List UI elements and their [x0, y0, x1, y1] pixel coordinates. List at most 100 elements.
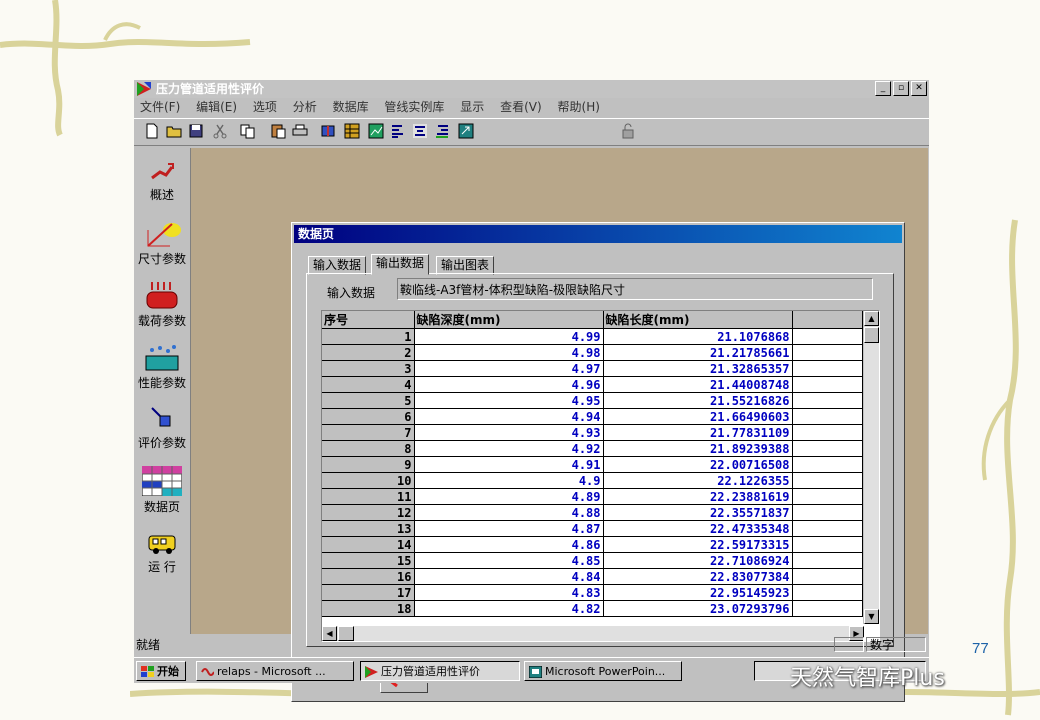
row-index-cell[interactable]: 3: [322, 360, 415, 377]
output-data-grid[interactable]: 序号 缺陷深度(mm) 缺陷长度(mm) 1 4.99 21.1076868 2 4.9…: [321, 310, 880, 642]
defect-length-cell[interactable]: 22.71086924: [603, 552, 793, 569]
empty-cell[interactable]: [792, 504, 863, 521]
defect-length-cell[interactable]: 21.89239388: [603, 440, 793, 457]
empty-cell[interactable]: [792, 472, 863, 489]
defect-length-cell[interactable]: 21.1076868: [603, 328, 793, 345]
menu-view[interactable]: 查看(V): [500, 100, 542, 114]
table-row[interactable]: 7 4.93 21.77831109: [322, 424, 863, 441]
menu-pipeline-library[interactable]: 管线实例库: [384, 100, 444, 114]
defect-depth-cell[interactable]: 4.96: [414, 376, 604, 393]
nav-run[interactable]: 运 行: [134, 532, 190, 575]
row-index-cell[interactable]: 17: [322, 584, 415, 601]
align-center-icon[interactable]: [412, 123, 428, 139]
menu-analysis[interactable]: 分析: [293, 100, 317, 114]
open-folder-icon[interactable]: [166, 123, 182, 139]
defect-depth-cell[interactable]: 4.97: [414, 360, 604, 377]
table-row[interactable]: 14 4.86 22.59173315: [322, 536, 863, 553]
row-index-cell[interactable]: 10: [322, 472, 415, 489]
row-index-cell[interactable]: 2: [322, 344, 415, 361]
table-view-icon[interactable]: [344, 123, 360, 139]
table-row[interactable]: 17 4.83 22.95145923: [322, 584, 863, 601]
vertical-scroll-thumb[interactable]: [864, 327, 879, 343]
minimize-button[interactable]: _: [875, 81, 891, 96]
empty-cell[interactable]: [792, 328, 863, 345]
defect-depth-cell[interactable]: 4.93: [414, 424, 604, 441]
defect-depth-cell[interactable]: 4.9: [414, 472, 604, 489]
empty-cell[interactable]: [792, 360, 863, 377]
empty-cell[interactable]: [792, 440, 863, 457]
menu-edit[interactable]: 编辑(E): [196, 100, 237, 114]
scroll-up-arrow-icon[interactable]: ▲: [864, 311, 879, 326]
align-right-icon[interactable]: [434, 123, 450, 139]
defect-length-cell[interactable]: 22.1226355: [603, 472, 793, 489]
nav-evaluation-params[interactable]: 评价参数: [134, 404, 190, 451]
defect-length-cell[interactable]: 21.66490603: [603, 408, 793, 425]
table-row[interactable]: 12 4.88 22.35571837: [322, 504, 863, 521]
table-row[interactable]: 8 4.92 21.89239388: [322, 440, 863, 457]
column-header-defect-depth[interactable]: 缺陷深度(mm): [414, 311, 604, 329]
defect-length-cell[interactable]: 22.95145923: [603, 584, 793, 601]
row-index-cell[interactable]: 8: [322, 440, 415, 457]
row-index-cell[interactable]: 7: [322, 424, 415, 441]
row-index-cell[interactable]: 18: [322, 600, 415, 617]
row-index-cell[interactable]: 6: [322, 408, 415, 425]
defect-length-cell[interactable]: 22.23881619: [603, 488, 793, 505]
empty-cell[interactable]: [792, 568, 863, 585]
row-index-cell[interactable]: 16: [322, 568, 415, 585]
defect-depth-cell[interactable]: 4.85: [414, 552, 604, 569]
print-icon[interactable]: [292, 123, 308, 139]
table-row[interactable]: 3 4.97 21.32865357: [322, 360, 863, 377]
taskbar-item-relaps[interactable]: relaps - Microsoft ...: [196, 661, 354, 681]
start-button[interactable]: 开始: [136, 661, 186, 681]
defect-length-cell[interactable]: 23.07293796: [603, 600, 793, 617]
empty-cell[interactable]: [792, 600, 863, 617]
defect-length-cell[interactable]: 22.59173315: [603, 536, 793, 553]
defect-depth-cell[interactable]: 4.91: [414, 456, 604, 473]
table-row[interactable]: 5 4.95 21.55216826: [322, 392, 863, 409]
scroll-down-arrow-icon[interactable]: ▼: [864, 609, 879, 624]
empty-cell[interactable]: [792, 584, 863, 601]
table-row[interactable]: 13 4.87 22.47335348: [322, 520, 863, 537]
row-index-cell[interactable]: 5: [322, 392, 415, 409]
empty-cell[interactable]: [792, 392, 863, 409]
defect-depth-cell[interactable]: 4.84: [414, 568, 604, 585]
paste-icon[interactable]: [270, 123, 286, 139]
copy-icon[interactable]: [240, 123, 256, 139]
taskbar-item-pipeline-eval[interactable]: 压力管道适用性评价: [360, 661, 520, 681]
table-row[interactable]: 15 4.85 22.71086924: [322, 552, 863, 569]
table-row[interactable]: 4 4.96 21.44008748: [322, 376, 863, 393]
menu-help[interactable]: 帮助(H): [558, 100, 600, 114]
defect-depth-cell[interactable]: 4.95: [414, 392, 604, 409]
empty-cell[interactable]: [792, 424, 863, 441]
table-row[interactable]: 2 4.98 21.21785661: [322, 344, 863, 361]
nav-data-page[interactable]: 数据页: [134, 466, 190, 515]
input-data-field[interactable]: 鞍临线-A3f管材-体积型缺陷-极限缺陷尺寸: [397, 278, 873, 300]
empty-cell[interactable]: [792, 408, 863, 425]
defect-length-cell[interactable]: 22.83077384: [603, 568, 793, 585]
defect-depth-cell[interactable]: 4.82: [414, 600, 604, 617]
restore-button[interactable]: ▫: [893, 81, 909, 96]
table-row[interactable]: 10 4.9 22.1226355: [322, 472, 863, 489]
empty-cell[interactable]: [792, 552, 863, 569]
row-index-cell[interactable]: 11: [322, 488, 415, 505]
defect-length-cell[interactable]: 21.55216826: [603, 392, 793, 409]
column-header-index[interactable]: 序号: [322, 311, 415, 329]
defect-depth-cell[interactable]: 4.92: [414, 440, 604, 457]
taskbar-item-powerpoint[interactable]: Microsoft PowerPoin...: [524, 661, 682, 681]
row-index-cell[interactable]: 12: [322, 504, 415, 521]
defect-depth-cell[interactable]: 4.89: [414, 488, 604, 505]
cut-icon[interactable]: [212, 123, 228, 139]
nav-performance-params[interactable]: 性能参数: [134, 344, 190, 391]
defect-length-cell[interactable]: 21.21785661: [603, 344, 793, 361]
defect-depth-cell[interactable]: 4.94: [414, 408, 604, 425]
menu-file[interactable]: 文件(F): [140, 100, 180, 114]
defect-depth-cell[interactable]: 4.87: [414, 520, 604, 537]
row-index-cell[interactable]: 14: [322, 536, 415, 553]
align-left-icon[interactable]: [390, 123, 406, 139]
defect-depth-cell[interactable]: 4.86: [414, 536, 604, 553]
defect-length-cell[interactable]: 21.44008748: [603, 376, 793, 393]
book-icon[interactable]: [320, 123, 336, 139]
nav-overview[interactable]: 概述: [134, 160, 190, 203]
empty-cell[interactable]: [792, 456, 863, 473]
chart-view-icon[interactable]: [368, 123, 384, 139]
